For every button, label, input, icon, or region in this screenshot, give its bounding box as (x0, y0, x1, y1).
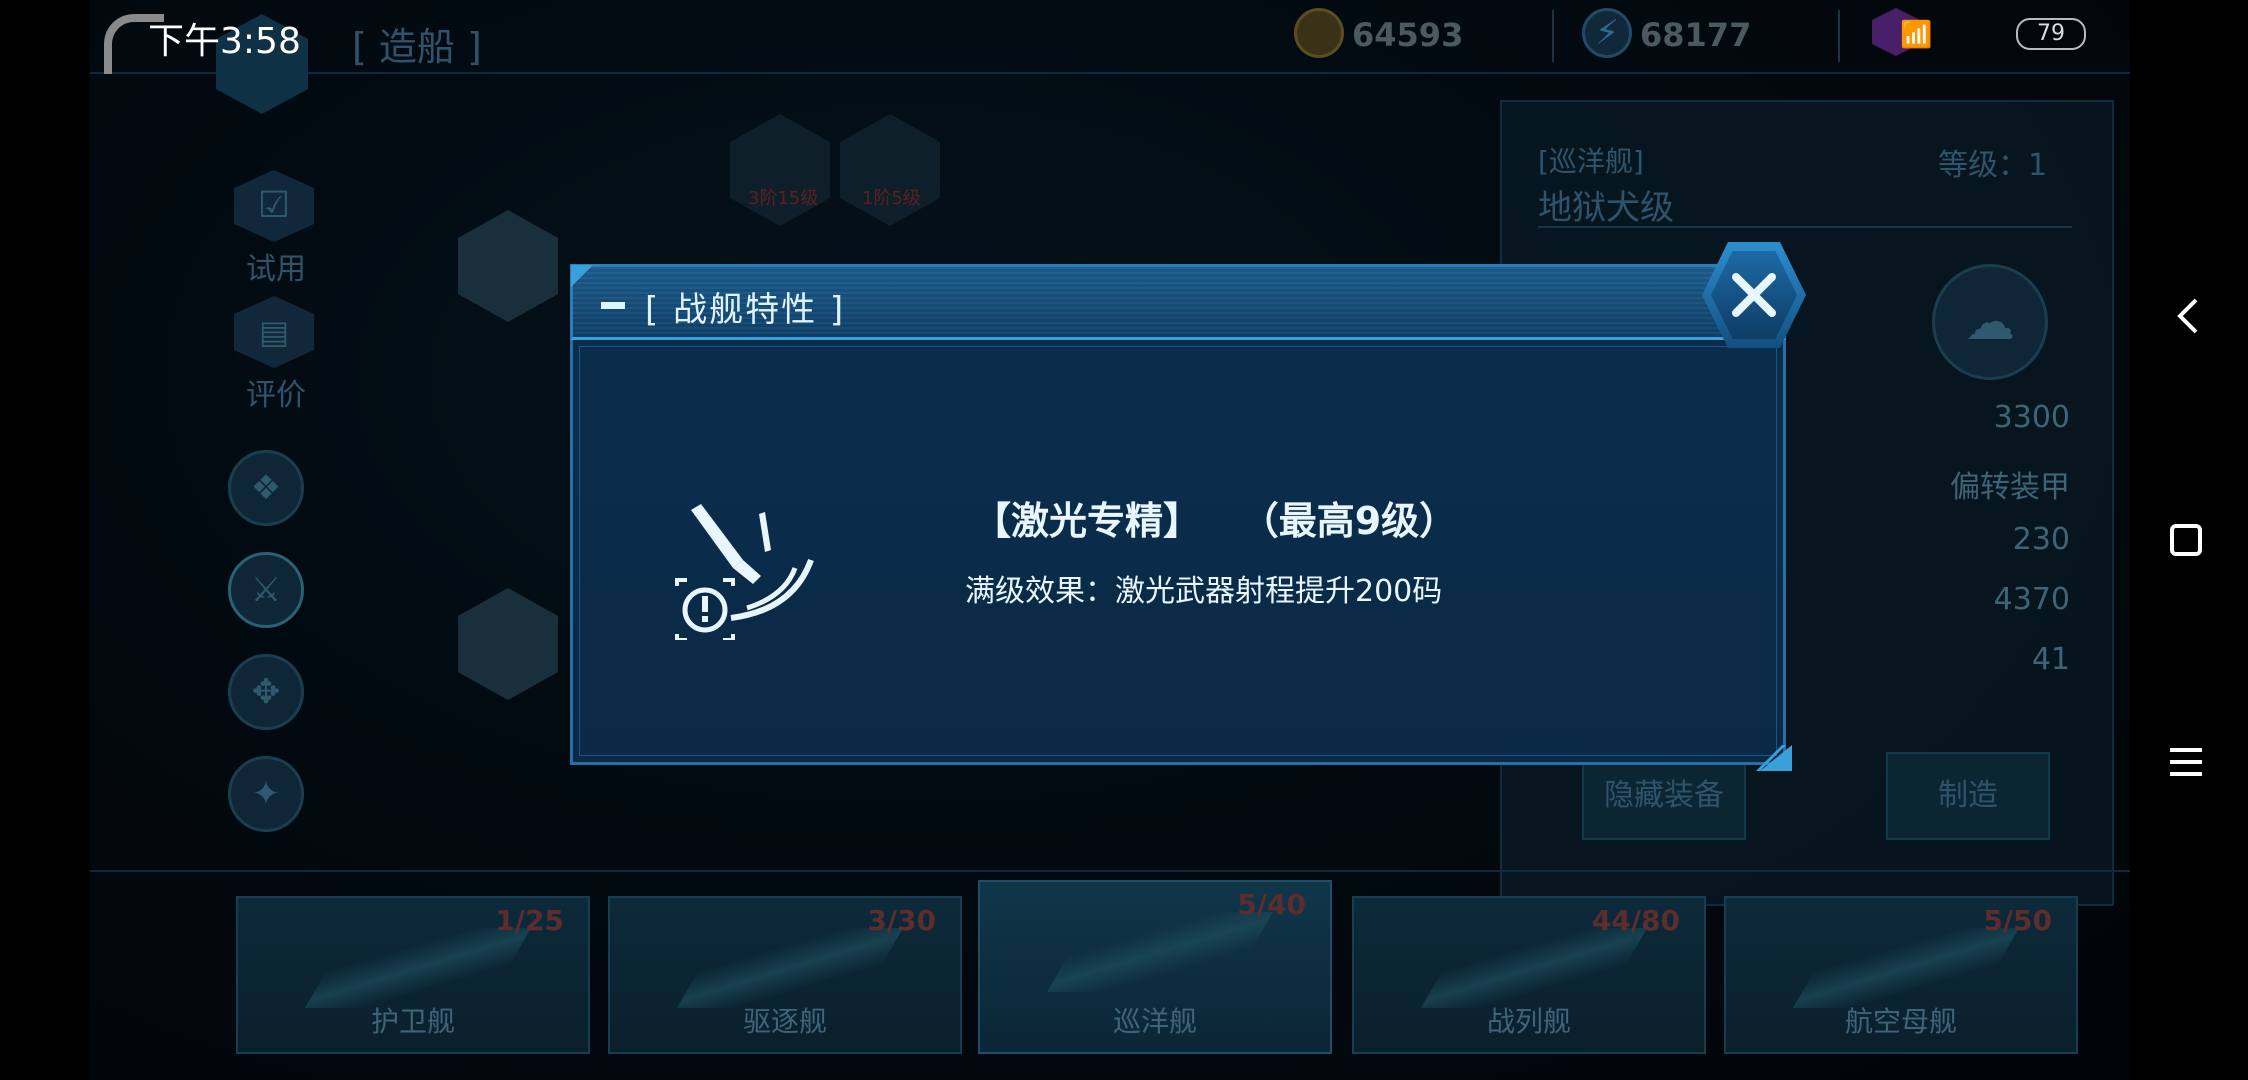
tab-count: 1/25 (495, 904, 564, 937)
rank-badge-icon[interactable]: ✦ (228, 756, 304, 832)
tab-label: 巡洋舰 (1112, 1005, 1197, 1038)
skill-effect: 满级效果：激光武器射程提升200码 (965, 574, 1443, 609)
modal-title: [ 战舰特性 ] (645, 290, 846, 330)
tab-cruiser[interactable]: 5/40 巡洋舰 (978, 880, 1332, 1054)
stat-value: 230 (2012, 522, 2070, 557)
tab-count: 5/40 (1237, 888, 1306, 921)
lock-requirement-1: 3阶15级 (748, 188, 819, 209)
back-chevron-icon[interactable] (2170, 296, 2206, 336)
stat-value: 41 (2031, 642, 2070, 677)
tab-battleship[interactable]: 44/80 战列舰 (1352, 896, 1706, 1054)
destroyer-ship-icon (676, 928, 904, 1008)
ship-trait-modal: [ 战舰特性 ] 【激光专精】 （最高9级） 满级效果：激光武器射程提升200码 (570, 242, 1806, 771)
energy-count: 68177 (1640, 16, 1752, 54)
battleship-ship-icon (1420, 928, 1648, 1008)
close-button-inner (1711, 251, 1797, 339)
lock-requirement-2: 1阶5级 (862, 188, 921, 209)
status-time: 下午3:58 (148, 21, 301, 62)
tab-escort[interactable]: 1/25 护卫舰 (236, 896, 590, 1054)
tab-count: 3/30 (867, 904, 936, 937)
page-title: [ 造船 ] (352, 25, 482, 69)
stat-value: 3300 (1993, 400, 2070, 435)
cruiser-ship-icon (1046, 912, 1274, 992)
modal-body: 【激光专精】 （最高9级） 满级效果：激光武器射程提升200码 (570, 340, 1786, 765)
modal-header: [ 战舰特性 ] (570, 264, 1786, 340)
header-divider (1552, 10, 1554, 62)
tab-label: 航空母舰 (1844, 1005, 1957, 1038)
header-corner-accent (571, 265, 593, 287)
stat-value: 偏转装甲 (1950, 470, 2070, 505)
review-label[interactable]: 评价 (246, 370, 306, 414)
energy-icon: ⚡ (1582, 8, 1632, 58)
close-x-icon (1732, 273, 1776, 317)
battery-icon: 79 (2016, 18, 2086, 50)
tab-label: 战列舰 (1486, 1005, 1571, 1038)
trial-label[interactable]: 试用 (246, 244, 306, 288)
carrier-ship-icon (1792, 928, 2020, 1008)
swords-badge-icon[interactable]: ⚔ (228, 552, 304, 628)
upload-cloud-icon[interactable]: ☁ (1932, 264, 2048, 380)
laser-sword-target-icon (675, 504, 814, 640)
tab-count: 5/50 (1983, 904, 2052, 937)
header-divider-2 (1838, 10, 1840, 62)
signal-icon: 📶 (1900, 20, 1933, 50)
tab-label: 护卫舰 (370, 1005, 455, 1038)
stat-value: 4370 (1993, 582, 2070, 617)
stats-list: 3300 偏转装甲 230 4370 41 (1770, 400, 2070, 730)
ship-level: 等级：1 (1938, 148, 2048, 183)
skill-name: 【激光专精】 （最高9级） (973, 499, 1458, 543)
collapse-dash-icon (601, 302, 625, 309)
tab-count: 44/80 (1591, 904, 1680, 937)
menu-lines-icon[interactable] (2168, 746, 2204, 778)
build-button[interactable]: 制造 (1886, 752, 2050, 840)
coin-icon (1294, 8, 1344, 58)
tab-label: 驱逐舰 (742, 1005, 827, 1038)
crosshair-badge-icon[interactable]: ✥ (228, 654, 304, 730)
wings-badge-icon[interactable]: ❖ (228, 450, 304, 526)
modal-corner-accent (1756, 745, 1792, 771)
system-nav-bar (2130, 0, 2248, 1080)
hide-equipment-button[interactable]: 隐藏装备 (1582, 752, 1746, 840)
ship-name: 地狱犬级 (1538, 188, 1674, 228)
home-square-icon[interactable] (2170, 524, 2202, 556)
ship-type: [巡洋舰] (1538, 145, 1644, 178)
tabs-divider (90, 870, 2130, 872)
tab-destroyer[interactable]: 3/30 驱逐舰 (608, 896, 962, 1054)
ship-name-underline (1538, 226, 2072, 228)
coin-count: 64593 (1352, 16, 1464, 54)
escort-ship-icon (304, 928, 532, 1008)
tab-carrier[interactable]: 5/50 航空母舰 (1724, 896, 2078, 1054)
